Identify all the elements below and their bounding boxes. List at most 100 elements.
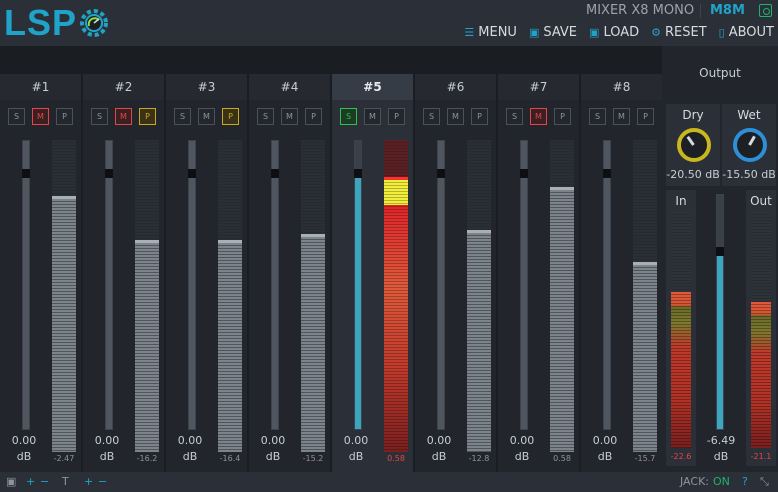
fader-handle[interactable] <box>22 169 30 178</box>
channel-fader[interactable] <box>271 140 279 430</box>
header: LSP MIXER X8 MONO M8M ☰ MENU ▣ SAVE ▣ LOAD … <box>0 0 778 46</box>
solo-button[interactable]: S <box>589 108 606 125</box>
wet-knob[interactable] <box>733 128 767 162</box>
peak-indicator <box>467 230 491 233</box>
mute-button[interactable]: M <box>32 108 49 125</box>
load-button[interactable]: ▣ LOAD <box>589 25 639 40</box>
channel-strip: #1 S M P 0.00 dB -2.47 <box>0 74 81 472</box>
level-bar <box>52 196 76 452</box>
fader-unit: dB <box>348 450 364 463</box>
fader-value: 0.00 <box>426 434 452 447</box>
meter-value: -15.7 <box>634 454 656 463</box>
channel-fader[interactable] <box>354 140 362 430</box>
help-icon[interactable]: ? <box>742 475 748 488</box>
peak-indicator <box>301 234 325 237</box>
phase-button[interactable]: P <box>388 108 405 125</box>
phase-button[interactable]: P <box>471 108 488 125</box>
solo-button[interactable]: S <box>506 108 523 125</box>
solo-button[interactable]: S <box>8 108 25 125</box>
about-button[interactable]: ▯ ABOUT <box>719 25 774 40</box>
solo-button[interactable]: S <box>423 108 440 125</box>
fader-fill <box>355 176 361 429</box>
fader-value: 0.00 <box>509 434 535 447</box>
channel-strip: #8 S M P 0.00 dB -15.7 <box>581 74 662 472</box>
dry-knob[interactable] <box>677 128 711 162</box>
fader-handle[interactable] <box>437 169 445 178</box>
channel-strip: #6 S M P 0.00 dB -12.8 <box>415 74 496 472</box>
font-bigger-icon[interactable]: + <box>84 475 93 488</box>
level-bar <box>301 234 325 452</box>
channel-buttons: S M P <box>340 108 405 125</box>
channel-level-meter <box>52 140 76 452</box>
channel-fader[interactable] <box>105 140 113 430</box>
phase-button[interactable]: P <box>222 108 239 125</box>
mute-button[interactable]: M <box>530 108 547 125</box>
fader-handle[interactable] <box>271 169 279 178</box>
channel-fader[interactable] <box>437 140 445 430</box>
output-fader-unit: dB <box>713 450 729 463</box>
channel-fader[interactable] <box>520 140 528 430</box>
phase-button[interactable]: P <box>305 108 322 125</box>
channel-fader[interactable] <box>603 140 611 430</box>
mute-button[interactable]: M <box>198 108 215 125</box>
font-icon[interactable]: T <box>62 475 69 488</box>
solo-button[interactable]: S <box>91 108 108 125</box>
save-button[interactable]: ▣ SAVE <box>529 25 577 40</box>
channel-fader[interactable] <box>22 140 30 430</box>
output-meter-group: Out -21.1 <box>746 190 776 466</box>
channel-level-meter <box>550 140 574 452</box>
zoom-in-icon[interactable]: + <box>26 475 35 488</box>
fader-unit: dB <box>99 450 115 463</box>
channel-fader[interactable] <box>188 140 196 430</box>
fader-unit: dB <box>431 450 447 463</box>
phase-button[interactable]: P <box>56 108 73 125</box>
meter-value: -15.2 <box>302 454 324 463</box>
phase-button[interactable]: P <box>554 108 571 125</box>
mute-button[interactable]: M <box>281 108 298 125</box>
mute-button[interactable]: M <box>364 108 381 125</box>
mute-button[interactable]: M <box>613 108 630 125</box>
solo-button[interactable]: S <box>257 108 274 125</box>
lsp-logo[interactable]: LSP <box>4 4 110 42</box>
fader-value: 0.00 <box>343 434 369 447</box>
dry-label: Dry <box>682 108 704 122</box>
fader-handle[interactable] <box>603 169 611 178</box>
font-smaller-icon[interactable]: − <box>98 475 107 488</box>
channel-title: #6 <box>415 74 496 100</box>
output-fader-handle[interactable] <box>716 247 724 256</box>
channel-level-meter <box>135 140 159 452</box>
reset-button[interactable]: ⚙ RESET <box>651 25 707 40</box>
jack-status: ON <box>713 475 730 488</box>
solo-button[interactable]: S <box>174 108 191 125</box>
output-meter-label: Out <box>750 194 772 208</box>
peak-indicator <box>218 240 242 243</box>
resize-icon[interactable]: ⤡ <box>760 475 769 489</box>
knob-indicator <box>686 135 695 146</box>
fader-handle[interactable] <box>105 169 113 178</box>
mute-button[interactable]: M <box>447 108 464 125</box>
peak-indicator <box>384 177 408 180</box>
solo-button[interactable]: S <box>340 108 357 125</box>
output-fader[interactable] <box>716 194 724 430</box>
channel-title: #3 <box>166 74 247 100</box>
zoom-out-icon[interactable]: − <box>40 475 49 488</box>
mute-button[interactable]: M <box>115 108 132 125</box>
channel-level-meter <box>467 140 491 452</box>
footer: ▣ + − T + − JACK: ON ? ⤡ <box>0 472 778 492</box>
level-bar <box>384 177 408 452</box>
fader-value: 0.00 <box>11 434 37 447</box>
fader-fill <box>272 176 278 429</box>
fader-fill <box>189 176 195 429</box>
channel-strip: #5 S M P 0.00 dB 0.58 <box>332 74 413 472</box>
channel-title: #4 <box>249 74 330 100</box>
fader-handle[interactable] <box>188 169 196 178</box>
power-icon[interactable] <box>759 4 772 17</box>
phase-button[interactable]: P <box>139 108 156 125</box>
input-level-bar <box>671 292 691 448</box>
phase-button[interactable]: P <box>637 108 654 125</box>
fader-handle[interactable] <box>520 169 528 178</box>
window-icon[interactable]: ▣ <box>6 475 16 488</box>
menu-button[interactable]: ☰ MENU <box>464 25 517 40</box>
channel-buttons: S M P <box>91 108 156 125</box>
fader-handle[interactable] <box>354 169 362 178</box>
